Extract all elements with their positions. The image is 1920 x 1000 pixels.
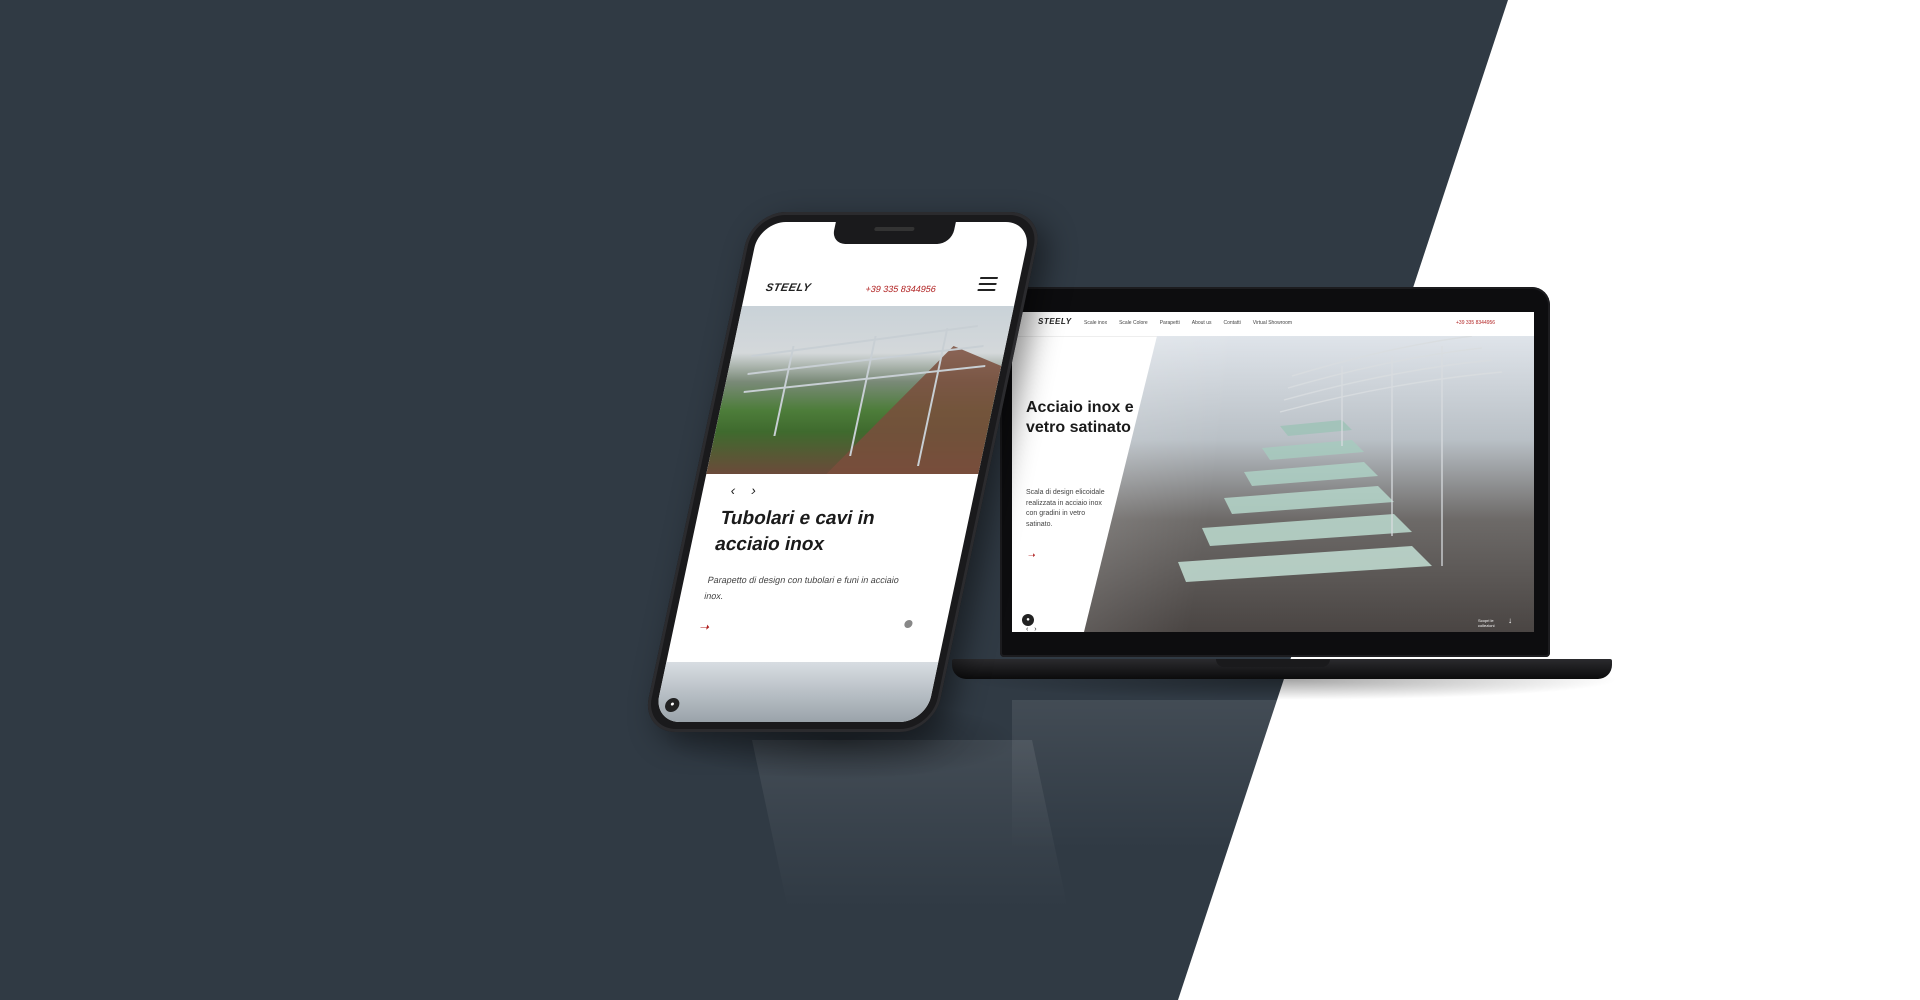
carousel-prev-button[interactable]: ‹	[1026, 626, 1028, 632]
discover-collections-link[interactable]: Scopri le collezioni	[1478, 618, 1508, 628]
phone-notch	[831, 222, 956, 244]
menu-item-about-us[interactable]: About us	[1192, 320, 1212, 326]
laptop-video-icon[interactable]: ●	[1022, 614, 1034, 626]
railing-illustration	[743, 325, 1002, 474]
laptop-screen: STEELY Scale inox Scale Colore Parapetti…	[1012, 312, 1534, 632]
laptop-menu: Scale inox Scale Colore Parapetti About …	[1084, 320, 1292, 326]
glass-steps	[1178, 420, 1432, 582]
menu-item-parapetti[interactable]: Parapetti	[1160, 320, 1180, 326]
arrow-down-icon: ↓	[1508, 616, 1512, 625]
phone-logo[interactable]: STEELY	[765, 282, 813, 294]
phone-device: STEELY +39 335 8344956 ‹ › Tubolari e ca…	[641, 212, 1044, 732]
menu-item-virtual-showroom[interactable]: Virtual Showroom	[1253, 320, 1292, 326]
laptop-hero-description: Scala di design elicoidale realizzata in…	[1026, 489, 1105, 528]
laptop-trackpad-notch	[1216, 659, 1330, 667]
hamburger-menu-icon[interactable]	[977, 277, 999, 293]
laptop-reflection	[1012, 700, 1534, 850]
laptop-hero: Acciaio inox e vetro satinato Scala di d…	[1012, 336, 1534, 632]
laptop-navbar: STEELY Scale inox Scale Colore Parapetti…	[1012, 312, 1534, 337]
phone-hero-title: Tubolari e cavi in acciaio inox	[713, 508, 877, 555]
menu-item-contatti[interactable]: Contatti	[1223, 320, 1240, 326]
carousel-next-button[interactable]: ›	[1034, 626, 1036, 632]
staircase-illustration	[1178, 336, 1503, 582]
phone-arrow-right-icon[interactable]: ➝	[698, 620, 711, 634]
menu-item-scale-inox[interactable]: Scale inox	[1084, 320, 1107, 326]
menu-item-scale-colore[interactable]: Scale Colore	[1119, 320, 1148, 326]
laptop-phone-link[interactable]: +39 335 8344956	[1456, 320, 1495, 326]
phone-carousel-arrows[interactable]: ‹ ›	[729, 482, 764, 498]
laptop-hero-title: Acciaio inox e vetro satinato	[1026, 399, 1134, 436]
phone-second-image	[653, 662, 939, 722]
phone-hero-description: Parapetto di design con tubolari e funi …	[703, 575, 900, 601]
laptop-arrow-right-icon[interactable]: ➝	[1028, 550, 1036, 561]
laptop-carousel-controls: ‹ ›	[1026, 626, 1037, 632]
phone-number-link[interactable]: +39 335 8344956	[865, 284, 937, 294]
carousel-dot[interactable]	[903, 620, 914, 628]
laptop-logo[interactable]: STEELY	[1038, 317, 1072, 326]
phone-speaker	[873, 227, 915, 231]
phone-screen: STEELY +39 335 8344956 ‹ › Tubolari e ca…	[653, 222, 1032, 722]
